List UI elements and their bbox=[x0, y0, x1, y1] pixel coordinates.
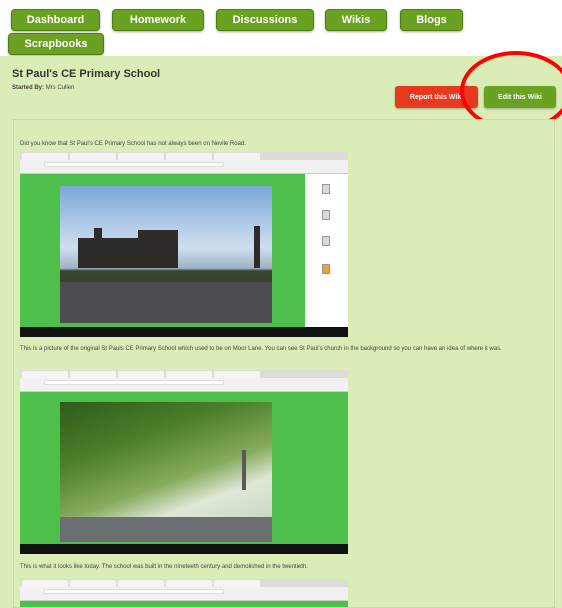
started-by-name: Mrs Cullen bbox=[45, 85, 75, 91]
nav-dashboard-button[interactable]: Dashboard bbox=[11, 9, 100, 31]
top-navigation: Dashboard Homework Discussions Wikis Blo… bbox=[0, 0, 562, 56]
started-by: Started By: Mrs Cullen bbox=[12, 85, 74, 91]
content-paragraph-1: Did you know that St Paul's CE Primary S… bbox=[20, 141, 246, 147]
desktop-side bbox=[305, 174, 348, 327]
edit-wiki-button[interactable]: Edit this Wiki bbox=[484, 86, 556, 108]
content-paragraph-2: This is a picture of the original St Pau… bbox=[20, 346, 502, 352]
report-wiki-button[interactable]: Report this Wiki bbox=[395, 86, 478, 108]
browser-chrome bbox=[20, 579, 348, 601]
content-paragraph-3: This is what it looks like today. The sc… bbox=[20, 564, 308, 570]
wiki-content: Did you know that St Paul's CE Primary S… bbox=[13, 119, 555, 608]
screenshot-original-school bbox=[20, 152, 348, 337]
wiki-title: St Paul's CE Primary School bbox=[12, 68, 161, 80]
screenshot-school-today bbox=[20, 370, 348, 554]
original-school-photo bbox=[60, 186, 272, 323]
school-today-photo bbox=[60, 402, 272, 542]
nav-wikis-button[interactable]: Wikis bbox=[325, 9, 387, 31]
taskbar bbox=[20, 327, 348, 337]
nav-blogs-button[interactable]: Blogs bbox=[400, 9, 463, 31]
green-slide-area bbox=[20, 601, 348, 607]
wiki-page: St Paul's CE Primary School Started By: … bbox=[0, 51, 562, 608]
screenshot-partial bbox=[20, 579, 348, 607]
started-by-label: Started By: bbox=[12, 85, 45, 91]
nav-homework-button[interactable]: Homework bbox=[112, 9, 204, 31]
browser-chrome bbox=[20, 370, 348, 392]
taskbar bbox=[20, 544, 348, 554]
browser-chrome bbox=[20, 152, 348, 174]
nav-discussions-button[interactable]: Discussions bbox=[216, 9, 314, 31]
nav-scrapbooks-button[interactable]: Scrapbooks bbox=[8, 33, 104, 55]
